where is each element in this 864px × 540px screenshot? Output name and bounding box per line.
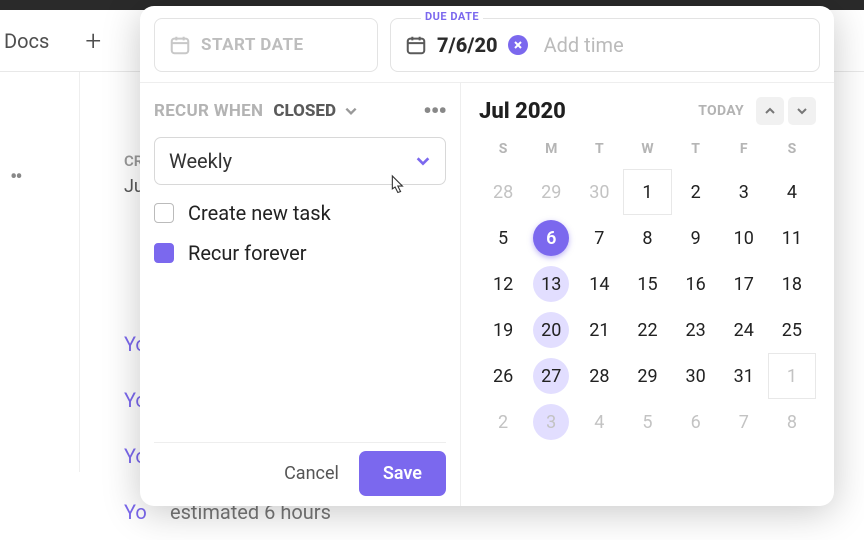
checkbox-checked-icon[interactable] xyxy=(154,243,174,263)
start-date-placeholder: START DATE xyxy=(201,35,304,55)
calendar-day[interactable]: 30 xyxy=(575,169,623,215)
calendar-day[interactable]: 24 xyxy=(720,307,768,353)
calendar-day[interactable]: 19 xyxy=(479,307,527,353)
recur-status: CLOSED xyxy=(273,101,336,121)
calendar-day[interactable]: 3 xyxy=(527,399,575,445)
calendar-icon xyxy=(169,34,191,56)
weekday-label: T xyxy=(672,135,720,163)
chevron-up-icon xyxy=(764,105,776,117)
calendar-pane: Jul 2020 TODAY SMTWTFS 28293012345678910… xyxy=(460,83,834,506)
calendar-day[interactable]: 13 xyxy=(527,261,575,307)
weekday-label: F xyxy=(720,135,768,163)
calendar-day[interactable]: 27 xyxy=(527,353,575,399)
calendar-day[interactable]: 6 xyxy=(527,215,575,261)
calendar-day[interactable]: 28 xyxy=(575,353,623,399)
calendar-day[interactable]: 7 xyxy=(720,399,768,445)
date-picker-modal: START DATE DUE DATE 7/6/20 Add time RECU… xyxy=(140,6,834,506)
prev-month-button[interactable] xyxy=(756,97,784,125)
docs-tab[interactable]: Docs xyxy=(0,29,49,53)
calendar-day[interactable]: 25 xyxy=(768,307,816,353)
calendar-icon xyxy=(405,34,427,56)
due-date-label: DUE DATE xyxy=(421,10,483,23)
calendar-day[interactable]: 29 xyxy=(527,169,575,215)
date-inputs-row: START DATE DUE DATE 7/6/20 Add time xyxy=(140,6,834,82)
add-time-button[interactable]: Add time xyxy=(544,33,624,57)
calendar-day[interactable]: 10 xyxy=(720,215,768,261)
chevron-down-icon xyxy=(415,153,431,169)
calendar-day[interactable]: 23 xyxy=(672,307,720,353)
calendar-day[interactable]: 4 xyxy=(575,399,623,445)
frequency-value: Weekly xyxy=(169,149,232,173)
calendar-day[interactable]: 2 xyxy=(672,169,720,215)
recur-forever-option[interactable]: Recur forever xyxy=(154,241,446,265)
close-icon xyxy=(513,40,523,50)
due-date-field[interactable]: DUE DATE 7/6/20 Add time xyxy=(390,18,820,72)
calendar-day[interactable]: 29 xyxy=(623,353,671,399)
recurrence-pane: RECUR WHEN CLOSED ••• Weekly Create new … xyxy=(140,83,460,506)
modal-footer: Cancel Save xyxy=(154,442,446,506)
calendar-day[interactable]: 9 xyxy=(672,215,720,261)
background-more-icon[interactable]: •• xyxy=(10,165,21,190)
checkbox-unchecked-icon[interactable] xyxy=(154,203,174,223)
frequency-select[interactable]: Weekly xyxy=(154,137,446,185)
calendar-day[interactable]: 31 xyxy=(720,353,768,399)
today-button[interactable]: TODAY xyxy=(698,103,744,119)
create-new-task-option[interactable]: Create new task xyxy=(154,201,446,225)
due-date-value: 7/6/20 xyxy=(437,33,498,57)
start-date-field[interactable]: START DATE xyxy=(154,18,378,72)
add-tab-button[interactable]: + xyxy=(85,24,101,57)
calendar-day[interactable]: 4 xyxy=(768,169,816,215)
calendar-day[interactable]: 30 xyxy=(672,353,720,399)
calendar-day[interactable]: 8 xyxy=(768,399,816,445)
option-label: Recur forever xyxy=(188,241,307,265)
clear-due-date-button[interactable] xyxy=(508,35,528,55)
calendar-day[interactable]: 5 xyxy=(479,215,527,261)
next-month-button[interactable] xyxy=(788,97,816,125)
calendar-day[interactable]: 5 xyxy=(623,399,671,445)
calendar-day[interactable]: 16 xyxy=(672,261,720,307)
calendar-day[interactable]: 22 xyxy=(623,307,671,353)
calendar-day[interactable]: 28 xyxy=(479,169,527,215)
calendar-day[interactable]: 21 xyxy=(575,307,623,353)
calendar-day[interactable]: 1 xyxy=(768,353,816,399)
calendar-day[interactable]: 1 xyxy=(623,169,671,215)
calendar-day[interactable]: 11 xyxy=(768,215,816,261)
calendar-day[interactable]: 26 xyxy=(479,353,527,399)
calendar-grid: 2829301234567891011121314151617181920212… xyxy=(479,169,816,445)
save-button[interactable]: Save xyxy=(359,451,446,496)
weekday-label: S xyxy=(479,135,527,163)
option-label: Create new task xyxy=(188,201,331,225)
chevron-down-icon xyxy=(796,105,808,117)
calendar-day[interactable]: 6 xyxy=(672,399,720,445)
calendar-day[interactable]: 15 xyxy=(623,261,671,307)
calendar-day[interactable]: 3 xyxy=(720,169,768,215)
calendar-day[interactable]: 7 xyxy=(575,215,623,261)
weekday-label: S xyxy=(768,135,816,163)
modal-body: RECUR WHEN CLOSED ••• Weekly Create new … xyxy=(140,82,834,506)
weekday-header: SMTWTFS xyxy=(479,135,816,163)
more-options-button[interactable]: ••• xyxy=(423,97,446,125)
recur-trigger-row[interactable]: RECUR WHEN CLOSED ••• xyxy=(154,97,446,125)
calendar-day[interactable]: 18 xyxy=(768,261,816,307)
calendar-day[interactable]: 8 xyxy=(623,215,671,261)
calendar-day[interactable]: 14 xyxy=(575,261,623,307)
calendar-day[interactable]: 17 xyxy=(720,261,768,307)
weekday-label: M xyxy=(527,135,575,163)
month-label: Jul 2020 xyxy=(479,99,566,124)
recur-when-label: RECUR WHEN xyxy=(154,101,263,121)
calendar-day[interactable]: 20 xyxy=(527,307,575,353)
calendar-day[interactable]: 2 xyxy=(479,399,527,445)
weekday-label: T xyxy=(575,135,623,163)
calendar-header: Jul 2020 TODAY xyxy=(479,97,816,125)
chevron-down-icon xyxy=(344,104,358,118)
weekday-label: W xyxy=(623,135,671,163)
cancel-button[interactable]: Cancel xyxy=(264,453,359,494)
calendar-day[interactable]: 12 xyxy=(479,261,527,307)
background-sidebar xyxy=(0,72,80,472)
